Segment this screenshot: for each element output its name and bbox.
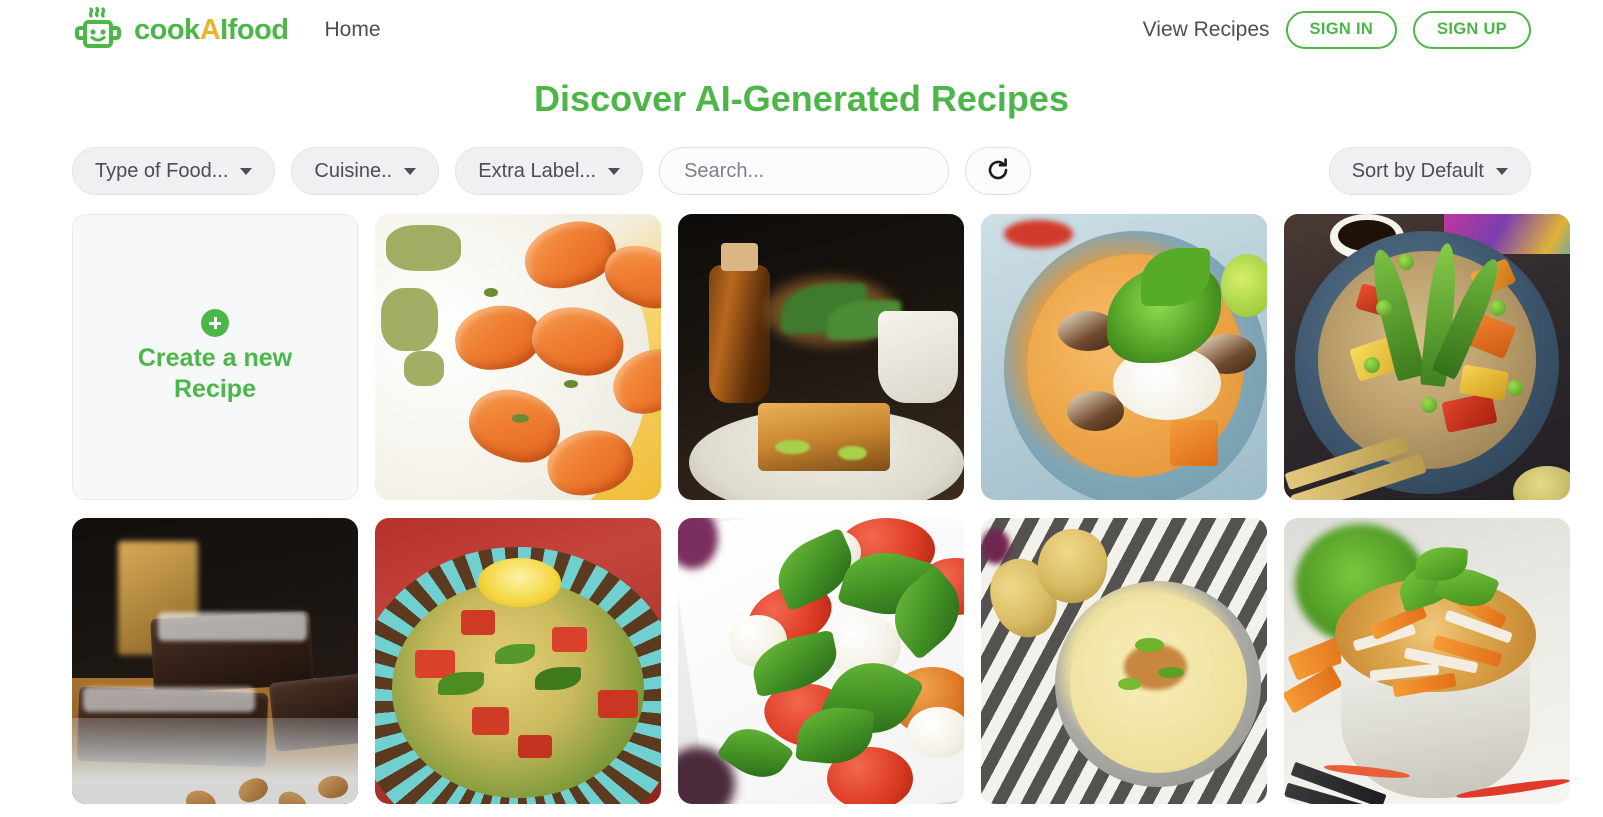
filter-toolbar: Type of Food... Cuisine.. Extra Label...… (0, 145, 1603, 197)
recipe-card-chocolate-brownies[interactable] (72, 518, 358, 804)
chevron-down-icon (1496, 167, 1508, 175)
refresh-icon (985, 157, 1011, 186)
cuisine-label: Cuisine.. (314, 159, 393, 182)
recipe-image-baklava-with-honey (678, 214, 964, 500)
refresh-button[interactable] (965, 147, 1032, 195)
sort-dropdown[interactable]: Sort by Default (1328, 147, 1531, 195)
recipe-card-stir-fried-noodles[interactable] (1284, 518, 1570, 804)
recipe-image-creamy-potato-soup (981, 518, 1267, 804)
brand-name-ai-i: I (220, 13, 228, 46)
recipe-card-creamy-potato-soup[interactable] (981, 518, 1267, 804)
recipe-image-caprese-salad (678, 518, 964, 804)
nav-item-view-recipes[interactable]: View Recipes (1143, 18, 1270, 42)
recipe-card-stone-bowl-fried-rice[interactable] (1284, 214, 1570, 500)
top-navbar: cookAIfood Home View Recipes SIGN IN SIG… (0, 0, 1603, 60)
create-new-recipe-card[interactable]: Create a new Recipe (72, 214, 358, 500)
chevron-down-icon (404, 167, 417, 175)
type-of-food-label: Type of Food... (95, 159, 229, 182)
nav-item-home[interactable]: Home (325, 18, 381, 42)
brand-logo-link[interactable]: cookAIfood (72, 6, 289, 54)
recipe-grid: Create a new Recipe (0, 214, 1603, 804)
recipe-image-garlic-shrimp-scampi (375, 214, 661, 500)
recipe-image-thai-coconut-mushroom-soup (981, 214, 1267, 500)
create-new-recipe-label: Create a new Recipe (137, 344, 293, 403)
brand-name-part2: food (227, 13, 289, 46)
search-input[interactable] (659, 147, 950, 195)
chevron-down-icon (608, 167, 621, 175)
cuisine-dropdown[interactable]: Cuisine.. (291, 147, 440, 195)
recipe-image-stone-bowl-fried-rice (1284, 214, 1570, 500)
recipe-image-tabbouleh-salad (375, 518, 661, 804)
sign-up-button[interactable]: SIGN UP (1413, 11, 1531, 49)
plus-circle-icon (201, 309, 229, 338)
recipe-card-tabbouleh-salad[interactable] (375, 518, 661, 804)
extra-label-label: Extra Label... (478, 159, 597, 182)
sign-in-button[interactable]: SIGN IN (1285, 11, 1398, 49)
brand-name: cookAIfood (134, 14, 289, 47)
chevron-down-icon (240, 167, 253, 175)
extra-label-dropdown[interactable]: Extra Label... (455, 147, 644, 195)
recipe-card-thai-coconut-mushroom-soup[interactable] (981, 214, 1267, 500)
recipe-card-caprese-salad[interactable] (678, 518, 964, 804)
brand-name-part1: cook (134, 13, 200, 46)
recipe-image-chocolate-brownies (72, 518, 358, 804)
recipe-image-stir-fried-noodles (1284, 518, 1570, 804)
nav-right-group: View Recipes SIGN IN SIGN UP (1143, 11, 1531, 49)
page-title: Discover AI-Generated Recipes (534, 78, 1069, 119)
recipe-card-baklava-with-honey[interactable] (678, 214, 964, 500)
robot-pot-icon (72, 6, 124, 54)
type-of-food-dropdown[interactable]: Type of Food... (72, 147, 276, 195)
brand-name-ai-a: A (199, 13, 221, 46)
recipe-card-garlic-shrimp-scampi[interactable] (375, 214, 661, 500)
sort-label: Sort by Default (1351, 159, 1484, 182)
